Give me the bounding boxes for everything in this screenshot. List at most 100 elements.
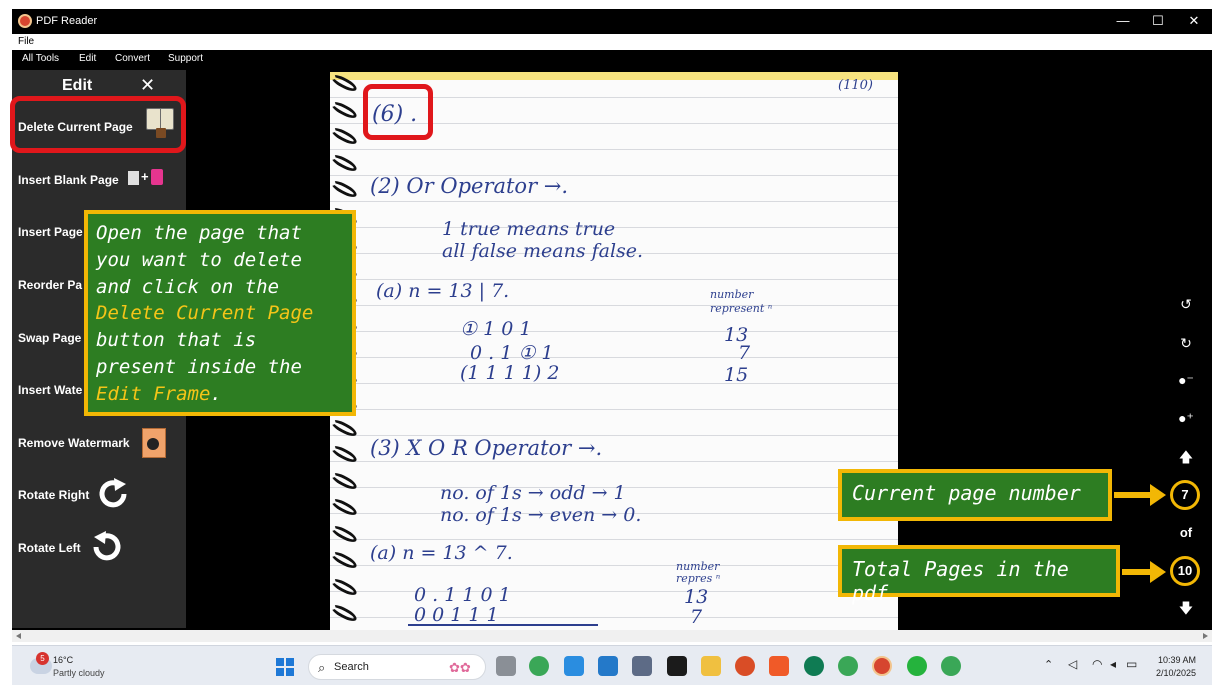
ai-app-icon[interactable] <box>804 656 824 676</box>
callout-line-3: and click on the <box>96 275 280 298</box>
callout-line-7: Edit Frame. <box>96 381 344 408</box>
page-corner-number: (110) <box>838 78 873 93</box>
binary-row-1: ① 1 0 1 <box>460 318 532 340</box>
callout-line-6: present inside the <box>96 355 302 378</box>
clock-time[interactable]: 10:39 AM <box>1158 655 1196 665</box>
chrome-alt-icon[interactable] <box>941 656 961 676</box>
xor-value-7: 7 <box>690 606 703 628</box>
callout-line-2: you want to delete <box>96 248 302 271</box>
remove-watermark-icon <box>142 428 166 458</box>
horizontal-scrollbar[interactable] <box>12 630 1212 642</box>
close-button[interactable]: ✕ <box>1183 12 1205 30</box>
sidebar-title: Edit <box>62 77 93 94</box>
callout-line-5: button that is <box>96 329 257 352</box>
weather-badge: 5 <box>36 652 49 665</box>
vscode-icon[interactable] <box>598 656 618 676</box>
value-15: 15 <box>724 364 749 386</box>
zoom-in-icon[interactable]: ●⁺ <box>1176 408 1196 428</box>
window-title: PDF Reader <box>36 15 98 27</box>
menu-bar: File <box>12 34 1212 50</box>
rotate-cw-icon[interactable]: ↻ <box>1176 333 1196 353</box>
battery-icon[interactable]: ▭ <box>1126 657 1137 671</box>
tray-chevron-icon[interactable]: ⌃ <box>1044 658 1053 671</box>
section-xor-operator: (3) X O R Operator →. <box>370 436 603 460</box>
page-up-icon[interactable]: 🡅 <box>1176 447 1196 467</box>
toolbar-all-tools[interactable]: All Tools <box>22 53 59 64</box>
app-window-icon[interactable] <box>632 656 652 676</box>
screenshot-frame: PDF Reader — ☐ ✕ File All Tools Edit Con… <box>0 0 1222 690</box>
example-a1: (a) n = 13 | 7. <box>376 280 510 302</box>
sidebar-item-rotate-right[interactable]: Rotate Right <box>18 488 89 502</box>
underline-stroke <box>408 624 598 626</box>
maximize-button[interactable]: ☐ <box>1147 12 1169 30</box>
binary-row-3: (1 1 1 1) 2 <box>460 362 560 384</box>
total-pages-arrow <box>1122 561 1166 583</box>
xor-rule-1: no. of 1s → odd → 1 <box>440 482 626 504</box>
sidebar-item-remove-watermark[interactable]: Remove Watermark <box>18 436 130 450</box>
brave-icon[interactable] <box>769 656 789 676</box>
sidebar-item-swap-pages[interactable]: Swap Page <box>18 331 81 345</box>
note-line-2: all false means false. <box>442 240 644 262</box>
rotate-ccw-icon[interactable]: ↺ <box>1176 294 1196 314</box>
xor-rule-2: no. of 1s → even → 0. <box>440 504 642 526</box>
callout-line-4: Delete Current Page <box>96 302 314 325</box>
menu-file[interactable]: File <box>18 36 34 47</box>
location-icon: ◁ <box>1068 657 1078 671</box>
binary-row-2: 0 . 1 ① 1 <box>470 342 554 364</box>
windows-start-icon[interactable] <box>276 658 294 676</box>
pdf-reader-task-icon[interactable] <box>872 656 892 676</box>
sidebar-item-reorder-pages[interactable]: Reorder Pa <box>18 278 82 292</box>
sidebar-item-rotate-left[interactable]: Rotate Left <box>18 541 81 555</box>
weather-desc: Partly cloudy <box>53 668 105 678</box>
toolbar-convert[interactable]: Convert <box>115 53 150 64</box>
section-or-operator: (2) Or Operator →. <box>370 174 569 198</box>
edit-frame-text: Edit Frame <box>96 382 211 405</box>
rotate-left-icon <box>93 531 121 561</box>
search-label: Search <box>334 661 369 673</box>
taskbar-search[interactable]: ⌕ Search ✿✿ <box>308 654 486 680</box>
minimize-button[interactable]: — <box>1112 12 1134 30</box>
delete-page-highlight <box>10 96 186 153</box>
toolbar-edit[interactable]: Edit <box>79 53 96 64</box>
sidebar-close-icon[interactable]: ✕ <box>140 75 155 96</box>
search-icon: ⌕ <box>318 660 326 675</box>
page-down-icon[interactable]: 🡇 <box>1176 598 1196 618</box>
volume-icon[interactable]: ◂ <box>1110 657 1116 671</box>
xor-binary-row-2: 0 0 1 1 1 <box>414 604 499 626</box>
total-pages-callout: Total Pages in the pdf <box>838 545 1120 605</box>
chrome-icon[interactable] <box>529 656 549 676</box>
note-repres-label: repres ⁿ <box>676 572 721 585</box>
current-page-callout: Current page number <box>838 469 1112 521</box>
sidebar-item-insert-blank-page[interactable]: Insert Blank Page <box>18 173 119 187</box>
total-pages-number: 10 <box>1170 556 1200 586</box>
toolbar-support[interactable]: Support <box>168 53 203 64</box>
file-explorer-icon[interactable] <box>701 656 721 676</box>
toolbar: All Tools Edit Convert Support <box>12 50 1212 70</box>
rotate-right-icon <box>99 478 127 508</box>
weather-temp: 16°C <box>53 655 74 665</box>
sidebar-item-insert-watermark[interactable]: Insert Wate <box>18 383 82 397</box>
clock-date[interactable]: 2/10/2025 <box>1156 668 1196 678</box>
whatsapp-icon[interactable] <box>907 656 927 676</box>
pdf-page: (110) (6) . (2) Or Operator →. 1 true me… <box>330 72 898 630</box>
page-of-label: of <box>1179 525 1193 540</box>
sidebar-item-insert-page[interactable]: Insert Page <box>18 225 83 239</box>
chrome-profile-icon[interactable] <box>838 656 858 676</box>
page-top-edge <box>330 72 898 80</box>
pink-page-icon <box>151 169 163 185</box>
scroll-right-icon[interactable] <box>1203 633 1208 639</box>
notepad-app-icon[interactable] <box>564 656 584 676</box>
task-view-icon[interactable] <box>496 656 516 676</box>
windows-taskbar: 5 16°C Partly cloudy ⌕ Search ✿✿ ⌃ ◁ ◠ ◂… <box>12 645 1212 685</box>
note-line-1: 1 true means true <box>442 218 616 240</box>
callout-line-1: Open the page that <box>96 222 302 244</box>
scroll-left-icon[interactable] <box>16 633 21 639</box>
pycharm-icon[interactable] <box>667 656 687 676</box>
zoom-out-icon[interactable]: ●⁻ <box>1176 370 1196 390</box>
office-icon[interactable] <box>735 656 755 676</box>
current-page-number: 7 <box>1170 480 1200 510</box>
app-logo-icon <box>18 14 32 28</box>
value-7: 7 <box>738 342 751 364</box>
current-page-arrow <box>1114 484 1166 506</box>
wifi-icon[interactable]: ◠ <box>1092 657 1102 671</box>
